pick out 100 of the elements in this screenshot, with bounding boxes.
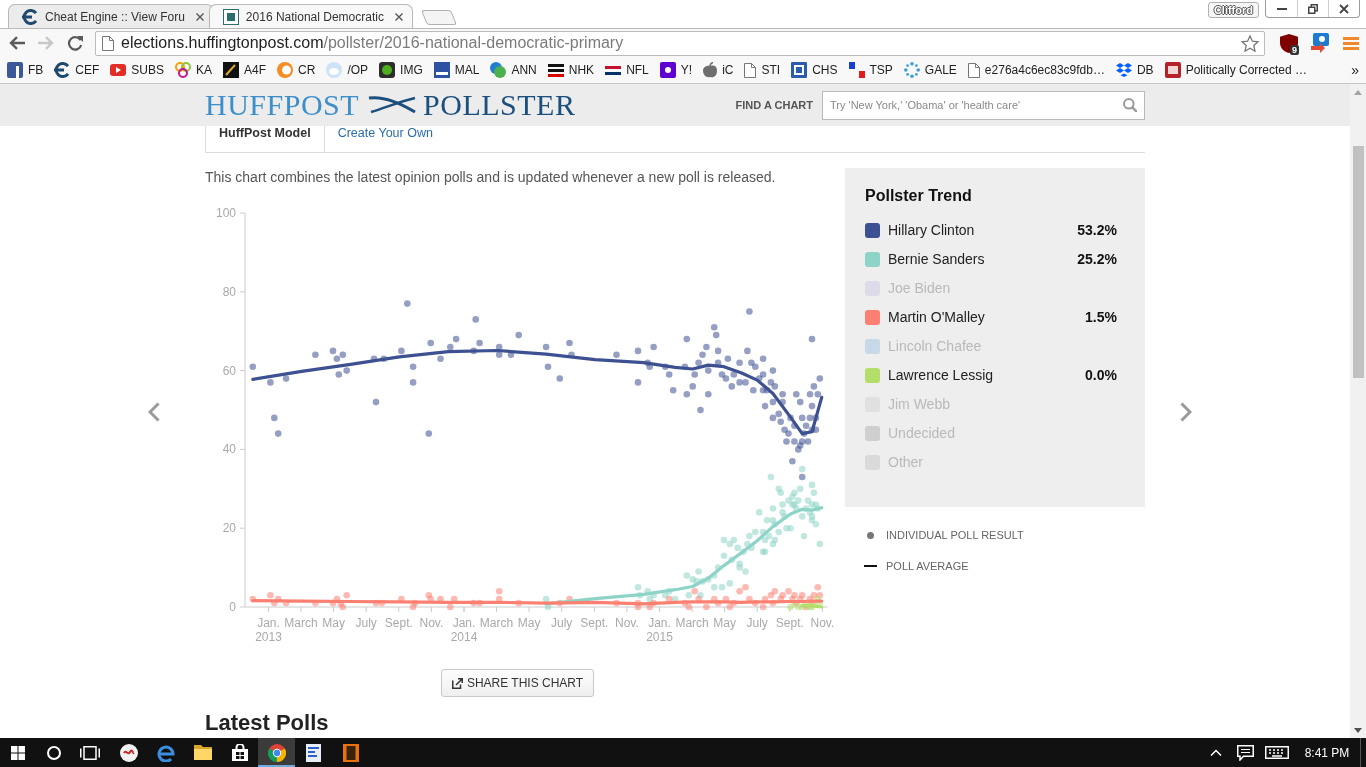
poll-dot	[271, 414, 278, 422]
chevron-right-icon	[1180, 402, 1192, 422]
bookmark[interactable]: NHK	[544, 59, 598, 81]
bookmark[interactable]: A4F	[220, 59, 270, 81]
legend-label[interactable]: Bernie Sanders	[888, 249, 985, 270]
chevron-left-icon	[148, 402, 160, 422]
axis-label: Sept.	[384, 616, 413, 630]
axis-label: July	[746, 616, 768, 630]
axis-label: July	[355, 616, 377, 630]
bookmark[interactable]: MAL	[430, 59, 483, 81]
bookmark[interactable]: STI	[741, 59, 784, 81]
bookmark[interactable]: KA	[172, 59, 216, 81]
bookmark[interactable]: IMG	[376, 59, 426, 81]
scroll-thumb[interactable]	[1352, 146, 1364, 378]
logo-text[interactable]: POLLSTER	[423, 90, 576, 120]
reload-icon	[66, 35, 83, 51]
poll-dot	[736, 359, 743, 366]
bookmark[interactable]: iC	[700, 59, 737, 81]
axis-label: Jan.	[452, 616, 476, 630]
bookmark[interactable]: e276a4c6ec83c9fdb…	[964, 59, 1108, 81]
poll-dot	[789, 457, 796, 465]
axis-label: March	[675, 616, 709, 630]
bookmark[interactable]: DB	[1112, 59, 1157, 81]
poll-dot	[650, 343, 657, 351]
poll-dot	[800, 532, 808, 540]
poll-dot	[380, 355, 388, 363]
axis-label: 40	[222, 442, 236, 457]
legend-label[interactable]: Martin O'Malley	[888, 307, 985, 328]
bookmark[interactable]: ANN	[487, 59, 540, 81]
poll-dot	[556, 599, 564, 607]
dot-icon	[379, 62, 396, 78]
key-label: INDIVIDUAL POLL RESULT	[886, 527, 1024, 543]
bookmark[interactable]: SUBS	[107, 59, 168, 81]
legend-label[interactable]: Lawrence Lessig	[888, 365, 994, 386]
poll-dot	[282, 375, 290, 382]
search-field[interactable]: Try 'New York,' 'Obama' or 'health care'	[822, 90, 1145, 120]
axis-label: July	[551, 616, 573, 630]
bookmark[interactable]: FB	[4, 59, 47, 81]
line-icon	[863, 565, 877, 567]
bookmark[interactable]: Y!	[656, 59, 696, 81]
poll-dot	[515, 599, 522, 607]
scrollbar[interactable]	[1350, 84, 1366, 738]
legend-label[interactable]: Hillary Clinton	[888, 220, 975, 241]
arrow-left-icon	[8, 36, 25, 50]
chart-tab[interactable]: HuffPost Model	[205, 126, 325, 152]
profile-button[interactable]: Clifford	[1207, 2, 1259, 18]
key-label: POLL AVERAGE	[886, 558, 969, 574]
search-icon[interactable]	[1123, 98, 1137, 112]
fruit-icon	[703, 62, 718, 78]
count-label: 9	[1290, 44, 1299, 55]
address-field[interactable]: elections.huffingtonpost.com/pollster/2016-national-democratic-primary	[95, 30, 1265, 56]
poll-dot	[398, 347, 405, 355]
bookmark[interactable]: GALE	[900, 59, 960, 81]
bookmarks-overflow-button[interactable]: »	[1348, 59, 1362, 81]
bookmark[interactable]: CEF	[51, 59, 103, 81]
poll-dot	[437, 355, 444, 363]
poll-dot	[507, 351, 515, 359]
poll-dot	[691, 371, 698, 378]
axis-label: 2014	[450, 630, 478, 644]
poll-dot	[681, 363, 689, 370]
poll-dot	[714, 359, 722, 366]
page-icon	[744, 62, 757, 78]
swoosh-icon	[368, 95, 417, 115]
poll-dot	[566, 339, 573, 347]
extension-button[interactable]: 9	[1273, 29, 1304, 57]
taskbar-app-button[interactable]	[258, 738, 295, 767]
bookmark[interactable]: /OP	[323, 59, 372, 81]
panes-icon	[11, 745, 25, 760]
document-icon	[306, 743, 321, 762]
axis-label: Jan.	[257, 616, 280, 630]
bookmark[interactable]: CR	[274, 59, 319, 81]
page-icon	[967, 62, 980, 78]
browser-tab[interactable]: 2016 National Democratic	[208, 4, 413, 28]
poll-dot	[683, 335, 691, 343]
tile-icon	[791, 62, 808, 78]
ring-icon	[277, 62, 294, 78]
poll-dot	[697, 406, 704, 414]
axis-label: 20	[222, 521, 236, 536]
previous-chart-button[interactable]	[148, 402, 160, 422]
poll-dot	[542, 343, 550, 351]
close-icon[interactable]	[195, 12, 204, 21]
next-chart-button[interactable]	[1180, 402, 1192, 422]
poll-dot	[566, 595, 573, 603]
share-button[interactable]: SHARE THIS CHART	[440, 669, 595, 697]
legend-value: 0.0%	[1085, 366, 1117, 385]
bookmark[interactable]: Politically Corrected …	[1161, 59, 1310, 81]
close-icon[interactable]	[394, 12, 403, 21]
menu-icon	[1342, 36, 1359, 50]
tile-icon	[223, 62, 240, 78]
poll-dot	[705, 390, 712, 398]
bookmark[interactable]: CHS	[788, 59, 841, 81]
poll-dot	[249, 595, 257, 603]
clock[interactable]: 8:41 PM	[1294, 738, 1360, 767]
star-icon[interactable]	[1241, 34, 1259, 52]
bookmark[interactable]: TSP	[845, 59, 896, 81]
section-heading: Latest Polls	[205, 711, 330, 735]
legend-value: 25.2%	[1077, 250, 1117, 269]
triangle-down-icon	[1354, 727, 1362, 733]
chart-tab[interactable]: Create Your Own	[324, 126, 446, 152]
bookmark[interactable]: NFL	[602, 59, 652, 81]
